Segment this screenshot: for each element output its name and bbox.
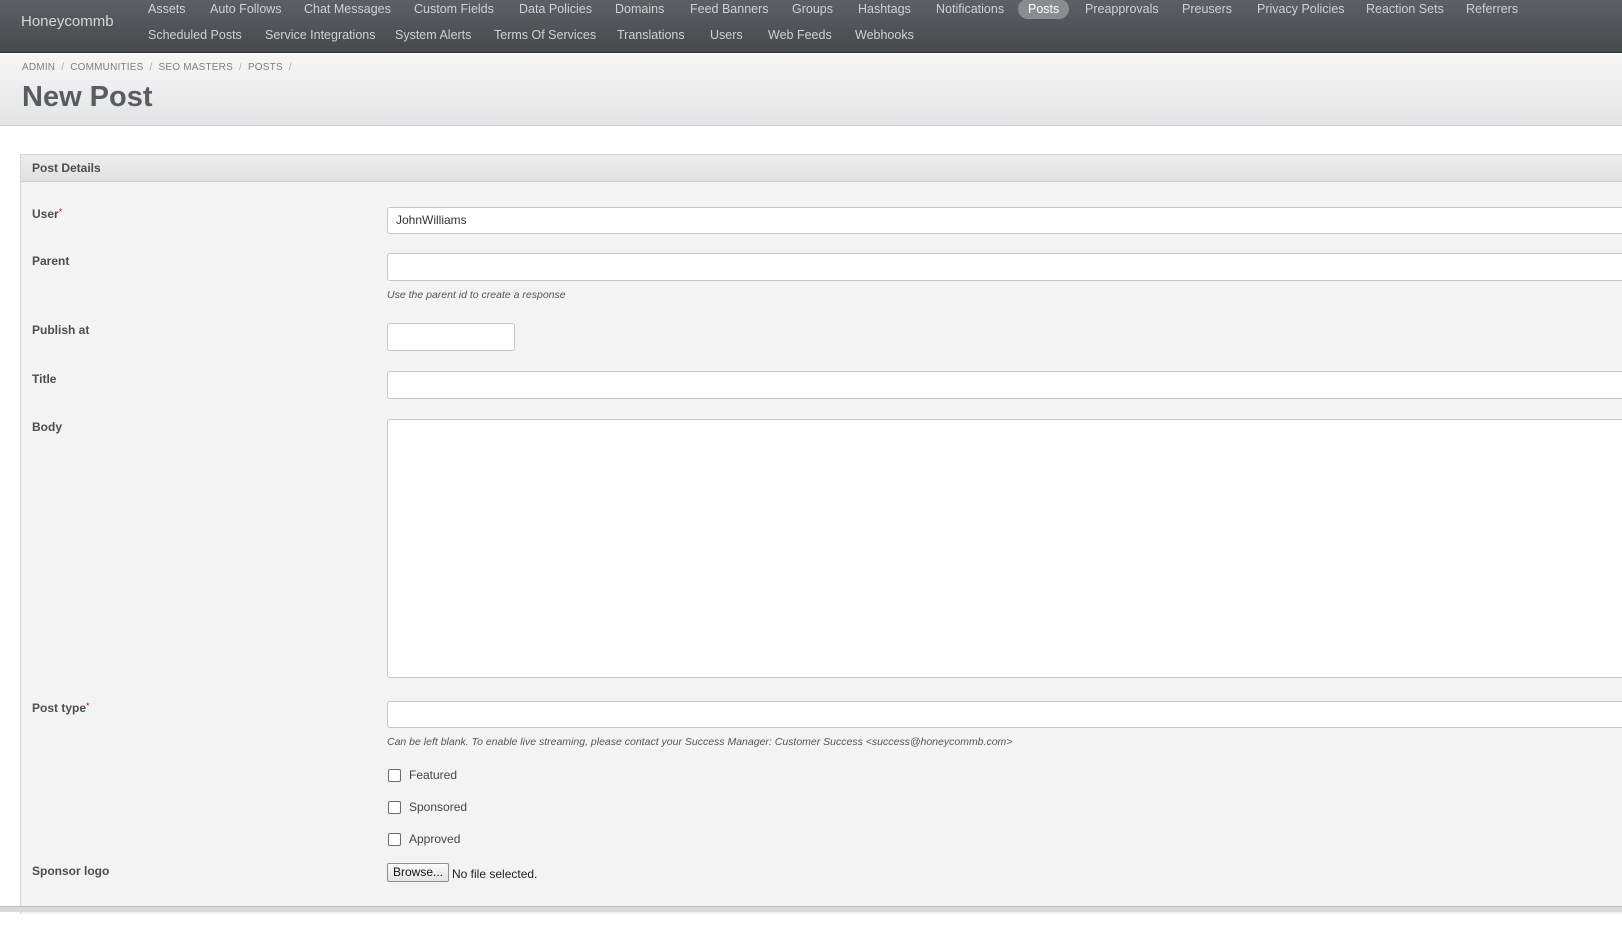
nav-item-webhooks[interactable]: Webhooks [855,25,914,45]
featured-checkbox[interactable] [388,769,401,782]
post-type-label: Post type* [32,701,90,715]
file-status: No file selected. [452,867,538,881]
nav-item-service-integrations[interactable]: Service Integrations [265,25,375,45]
nav-item-assets[interactable]: Assets [148,0,186,19]
breadcrumb-admin[interactable]: ADMIN [22,62,55,73]
horizontal-scrollbar[interactable] [0,906,1622,912]
required-mark: * [86,701,90,711]
nav-item-notifications[interactable]: Notifications [936,0,1004,19]
nav-item-users[interactable]: Users [710,25,743,45]
top-navbar: Honeycommb Assets Auto Follows Chat Mess… [0,0,1622,53]
nav-item-chat-messages[interactable]: Chat Messages [304,0,391,19]
panel-title: Post Details [32,161,101,175]
post-details-panel: Post Details User* JohnWilliams Parent U… [20,154,1622,914]
breadcrumb-separator: / [149,62,153,73]
sponsored-label[interactable]: Sponsored [409,800,467,814]
nav-item-feed-banners[interactable]: Feed Banners [690,0,769,19]
nav-item-reaction-sets[interactable]: Reaction Sets [1366,0,1444,19]
publish-at-label: Publish at [32,323,90,337]
sponsor-logo-label: Sponsor logo [32,864,110,878]
nav-item-preusers[interactable]: Preusers [1182,0,1232,19]
title-field[interactable] [387,371,1622,399]
post-type-label-text: Post type [32,701,87,715]
user-field[interactable]: JohnWilliams [387,207,1622,234]
breadcrumb-separator: / [238,62,242,73]
breadcrumb-communities[interactable]: COMMUNITIES [70,62,143,73]
nav-item-web-feeds[interactable]: Web Feeds [768,25,832,45]
nav-item-privacy-policies[interactable]: Privacy Policies [1257,0,1345,19]
user-label-text: User [32,207,59,221]
approved-label[interactable]: Approved [409,832,460,846]
body-textarea[interactable] [387,419,1622,678]
nav-item-hashtags[interactable]: Hashtags [858,0,911,19]
user-label: User* [32,207,62,221]
approved-checkbox[interactable] [388,833,401,846]
nav-item-custom-fields[interactable]: Custom Fields [414,0,494,19]
nav-item-domains[interactable]: Domains [615,0,664,19]
breadcrumb-posts[interactable]: POSTS [248,62,283,73]
breadcrumb-separator: / [288,62,292,73]
parent-hint: Use the parent id to create a response [387,289,566,301]
nav-item-posts[interactable]: Posts [1018,0,1070,19]
post-type-hint: Can be left blank. To enable live stream… [387,736,1013,748]
panel-header: Post Details [21,155,1622,182]
title-label: Title [32,372,57,386]
required-mark: * [58,207,63,217]
sponsored-checkbox[interactable] [388,801,401,814]
body-label: Body [32,420,62,434]
featured-label[interactable]: Featured [409,768,457,782]
page-header: ADMIN / COMMUNITIES / SEO MASTERS / POSTS / New… [0,54,1622,126]
browse-button[interactable]: Browse... [387,863,450,882]
publish-at-field[interactable] [387,323,515,351]
breadcrumb: ADMIN / COMMUNITIES / SEO MASTERS / POSTS / [22,62,298,73]
nav-item-data-policies[interactable]: Data Policies [519,0,592,19]
parent-label: Parent [32,254,70,268]
nav-item-system-alerts[interactable]: System Alerts [395,25,471,45]
nav-item-auto-follows[interactable]: Auto Follows [210,0,282,19]
parent-field[interactable] [387,253,1622,281]
breadcrumb-seo-masters[interactable]: SEO MASTERS [159,62,233,73]
page-title: New Post [22,81,153,113]
brand-logo[interactable]: Honeycommb [21,13,114,30]
nav-item-groups[interactable]: Groups [792,0,833,19]
nav-item-terms-of-services[interactable]: Terms Of Services [494,25,596,45]
nav-item-translations[interactable]: Translations [617,25,685,45]
nav-item-preapprovals[interactable]: Preapprovals [1085,0,1159,19]
nav-item-referrers[interactable]: Referrers [1466,0,1518,19]
breadcrumb-separator: / [61,62,65,73]
post-type-field[interactable] [387,701,1622,728]
nav-item-scheduled-posts[interactable]: Scheduled Posts [148,25,242,45]
